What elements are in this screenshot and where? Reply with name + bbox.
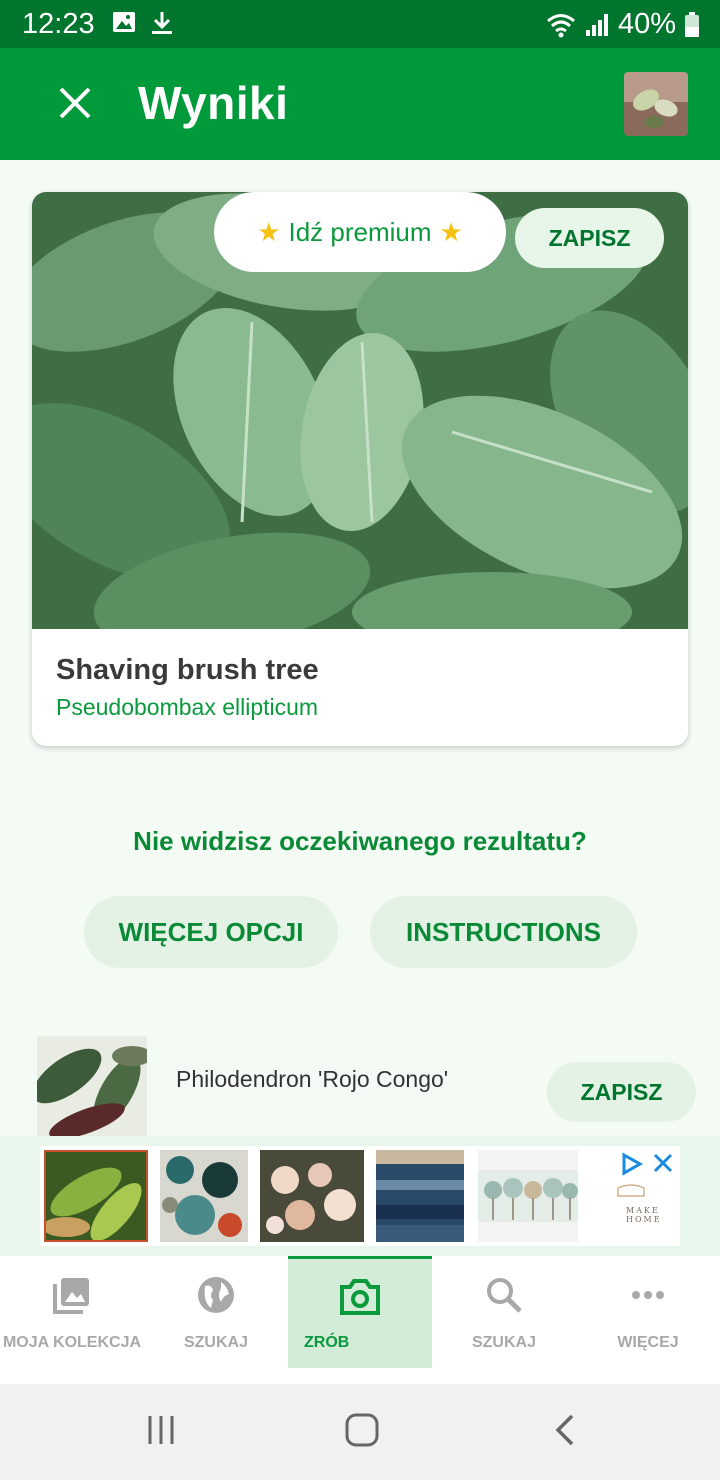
status-bar: 12:23 40% <box>0 0 720 48</box>
app-bar: Wyniki <box>0 48 720 160</box>
gallery-icon <box>53 1278 89 1314</box>
download-notification-icon <box>152 12 172 34</box>
image-notification-icon <box>113 12 135 32</box>
result-card[interactable]: ★ Idź premium ★ ZAPISZ Shaving brush tre… <box>32 192 688 746</box>
nav-label: SZUKAJ <box>183 1334 248 1351</box>
go-premium-button[interactable]: ★ Idź premium ★ <box>214 192 506 272</box>
plant-common-name: Shaving brush tree <box>56 654 319 686</box>
home-icon[interactable] <box>344 1412 380 1448</box>
nav-search-globe[interactable]: SZUKAJ <box>144 1256 288 1368</box>
alternate-result-row[interactable]: Philodendron 'Rojo Congo' ZAPISZ <box>0 1036 720 1136</box>
ad-product[interactable] <box>160 1150 248 1242</box>
star-icon: ★ <box>257 216 281 247</box>
search-icon <box>487 1278 522 1313</box>
save-result-button[interactable]: ZAPISZ <box>515 208 664 268</box>
camera-icon <box>340 1279 380 1315</box>
page-title: Wyniki <box>138 77 289 129</box>
ad-product[interactable] <box>376 1150 464 1242</box>
status-indicators: 40% <box>546 8 700 41</box>
nav-take-photo[interactable]: ZRÓB <box>288 1256 432 1368</box>
sofa-logo-icon <box>617 1184 645 1197</box>
signal-icon <box>585 13 608 36</box>
alternate-plant-thumbnail <box>37 1036 147 1136</box>
ad-content[interactable]: MAKE HOME <box>40 1146 680 1246</box>
more-icon <box>632 1291 664 1299</box>
plant-latin-name: Pseudobombax ellipticum <box>56 694 319 720</box>
back-icon[interactable] <box>552 1412 576 1448</box>
ad-product[interactable] <box>478 1150 578 1242</box>
nav-label: MOJA KOLEKCJA <box>2 1334 142 1351</box>
close-ad-icon[interactable] <box>652 1152 674 1174</box>
instructions-button[interactable]: INSTRUCTIONS <box>370 896 637 968</box>
ad-product[interactable] <box>44 1150 148 1242</box>
battery-percent: 40% <box>617 8 676 40</box>
no-expected-result-heading: Nie widzisz oczekiwanego rezultatu? <box>133 826 587 856</box>
nav-label: SZUKAJ <box>471 1334 536 1351</box>
ad-product[interactable] <box>260 1150 364 1242</box>
bottom-navigation: MOJA KOLEKCJA SZUKAJ ZRÓB SZUKAJ WIĘCEJ <box>0 1256 720 1384</box>
adchoices-icon[interactable] <box>620 1152 644 1176</box>
globe-icon <box>198 1277 234 1313</box>
recent-apps-icon[interactable] <box>146 1412 176 1448</box>
ad-brand-name: MAKE HOME <box>626 1206 662 1224</box>
alternate-plant-name: Philodendron 'Rojo Congo' <box>176 1066 449 1092</box>
captured-photo-thumbnail[interactable] <box>624 72 688 136</box>
nav-more[interactable]: WIĘCEJ <box>576 1256 720 1368</box>
star-icon: ★ <box>439 216 463 247</box>
wifi-icon <box>546 13 575 37</box>
nav-my-collection[interactable]: MOJA KOLEKCJA <box>0 1256 144 1368</box>
more-options-button[interactable]: WIĘCEJ OPCJI <box>84 896 338 968</box>
status-time: 12:23 <box>22 8 95 40</box>
go-premium-label: Idź premium <box>288 216 432 247</box>
nav-label: ZRÓB <box>304 1334 350 1351</box>
system-navigation <box>0 1384 720 1480</box>
save-alternate-button[interactable]: ZAPISZ <box>547 1062 696 1122</box>
ad-banner: MAKE HOME <box>0 1136 720 1256</box>
battery-icon <box>685 11 699 37</box>
close-icon[interactable] <box>52 80 98 126</box>
nav-label: WIĘCEJ <box>617 1334 679 1351</box>
nav-search[interactable]: SZUKAJ <box>432 1256 576 1368</box>
